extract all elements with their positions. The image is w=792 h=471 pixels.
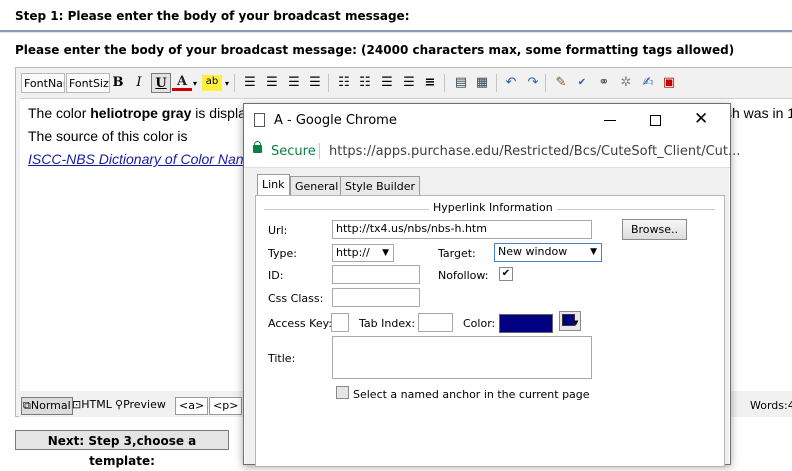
lock-icon-shackle	[254, 141, 261, 147]
toolbar-separator	[496, 74, 497, 92]
indent-icon[interactable]: ☰	[399, 73, 419, 93]
justify-icon[interactable]: ☰	[305, 73, 325, 93]
align-right-icon[interactable]: ☰	[284, 73, 304, 93]
next-step-button[interactable]: Next: Step 3,choose a template:	[15, 430, 229, 468]
color-label: Color:	[463, 317, 496, 330]
tag-p-button[interactable]: <p>	[209, 397, 243, 415]
tab-general[interactable]: General	[290, 176, 344, 196]
access-key-input[interactable]	[331, 313, 349, 332]
outdent-icon[interactable]: ☰	[377, 73, 397, 93]
horizontal-rule-icon[interactable]: ≡	[420, 73, 440, 93]
url-label: Url:	[268, 224, 288, 237]
maximize-icon[interactable]	[650, 115, 661, 126]
toolbar-separator	[444, 74, 445, 92]
target-label: Target:	[438, 247, 476, 260]
anchor-checkbox-label: Select a named anchor in the current pag…	[353, 388, 590, 401]
align-center-icon[interactable]: ☰	[262, 73, 282, 93]
step-title: Step 1: Please enter the body of your br…	[15, 9, 410, 23]
insert-form-icon[interactable]: ▤	[451, 73, 471, 93]
anchor-checkbox[interactable]	[336, 386, 349, 399]
id-input[interactable]	[332, 265, 420, 284]
toolbar-separator	[545, 74, 546, 92]
css-class-label: Css Class:	[268, 292, 324, 305]
content-line-1: The color heliotrope gray is displa	[28, 105, 246, 121]
undo-icon[interactable]: ↶	[501, 73, 521, 93]
word-count: Words:4	[750, 399, 792, 412]
body-label: Please enter the body of your broadcast …	[15, 43, 735, 57]
minimize-icon[interactable]	[604, 120, 616, 121]
font-size-select[interactable]: FontSize	[66, 73, 110, 93]
spell-check-icon[interactable]: ✔	[572, 73, 592, 93]
pdf-icon[interactable]: ▣	[659, 73, 679, 93]
window-title: A - Google Chrome	[274, 113, 397, 128]
title-label: Title:	[268, 352, 296, 365]
font-color-icon[interactable]: A	[172, 73, 192, 91]
content-line-1-tail: sh was in 1	[725, 105, 792, 121]
dropdown-arrow-icon[interactable]: ▾	[193, 79, 197, 88]
unordered-list-icon[interactable]: ☷	[355, 73, 375, 93]
highlight-icon[interactable]: ab	[202, 75, 222, 91]
url-input[interactable]: http://tx4.us/nbs/nbs-h.htm	[332, 220, 592, 239]
tab-link[interactable]: Link	[257, 174, 290, 196]
title-divider-shadow	[0, 32, 792, 33]
target-select[interactable]: New window ▼	[494, 243, 602, 262]
address-separator	[319, 143, 320, 159]
bold-icon[interactable]: B	[108, 73, 128, 93]
preview-mode-tab[interactable]: ⚲Preview	[115, 397, 166, 413]
tag-a-button[interactable]: <a>	[175, 397, 209, 415]
id-label: ID:	[268, 269, 284, 282]
tab-index-label: Tab Index:	[359, 317, 416, 330]
nofollow-label: Nofollow:	[438, 269, 489, 282]
tab-index-input[interactable]	[418, 313, 453, 332]
toolbar-separator	[328, 74, 329, 92]
html-mode-icon: ⊡	[72, 398, 82, 411]
remove-link-icon[interactable]: ✲	[616, 73, 636, 93]
tab-style-builder[interactable]: Style Builder	[340, 176, 421, 196]
address-url[interactable]: https://apps.purchase.edu/Restricted/Bcs…	[329, 144, 740, 159]
title-textarea[interactable]	[332, 336, 592, 379]
normal-mode-tab[interactable]: ⧉Normal	[21, 397, 73, 415]
color-picker-button[interactable]: ▼	[559, 311, 581, 331]
toolbar-separator	[234, 74, 235, 92]
color-input[interactable]	[499, 314, 553, 333]
font-name-select[interactable]: FontNan	[21, 73, 65, 93]
edit-document-icon[interactable]: ✍	[638, 73, 658, 93]
ordered-list-icon[interactable]: ☷	[334, 73, 354, 93]
dropdown-arrow-icon: ▼	[590, 247, 597, 257]
preview-icon: ⚲	[115, 398, 124, 411]
html-mode-tab[interactable]: ⊡HTML	[72, 397, 112, 413]
content-link[interactable]: ISCC-NBS Dictionary of Color Nan	[28, 151, 244, 167]
page-icon	[254, 113, 265, 127]
clean-format-icon[interactable]: ✎	[551, 73, 571, 93]
insert-link-icon[interactable]: ⚭	[594, 73, 614, 93]
close-icon[interactable]: ✕	[694, 109, 708, 129]
dropdown-arrow-icon: ▼	[573, 319, 579, 327]
hyperlink-legend: Hyperlink Information	[429, 201, 557, 214]
chrome-popup-window: A - Google Chrome ✕ Secure https://apps.…	[243, 103, 740, 467]
type-select[interactable]: http://▼	[332, 244, 394, 262]
align-left-icon[interactable]: ☰	[240, 73, 260, 93]
nofollow-checkbox[interactable]: ✔	[499, 267, 513, 281]
normal-mode-icon: ⧉	[23, 399, 31, 412]
type-label: Type:	[268, 247, 297, 260]
browse-button[interactable]: Browse..	[622, 219, 687, 240]
secure-label: Secure	[271, 144, 316, 159]
dropdown-arrow-icon: ▼	[382, 248, 389, 258]
css-class-input[interactable]	[332, 288, 420, 307]
redo-icon[interactable]: ↷	[523, 73, 543, 93]
insert-table-icon[interactable]: ▦	[472, 73, 492, 93]
underline-icon[interactable]: U	[151, 73, 171, 93]
italic-icon[interactable]: I	[129, 73, 149, 93]
dropdown-arrow-icon[interactable]: ▾	[225, 79, 229, 88]
access-key-label: Access Key:	[268, 317, 333, 330]
content-line-2: The source of this color is	[28, 128, 188, 144]
